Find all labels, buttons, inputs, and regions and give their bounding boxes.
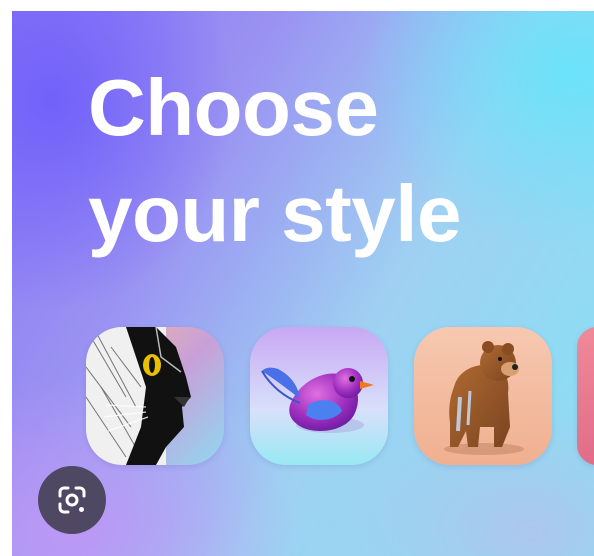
style-tile-3d-bird[interactable] xyxy=(250,327,388,465)
hero-title: Choose your style xyxy=(88,55,461,267)
lens-search-button[interactable] xyxy=(38,466,106,534)
lens-search-icon xyxy=(58,486,86,514)
bird-3d-icon xyxy=(250,327,388,465)
promo-banner: Choose your style xyxy=(12,11,594,556)
style-tile-sketch[interactable] xyxy=(86,327,224,465)
hero-title-line-1: Choose xyxy=(88,63,379,152)
style-tile-3d-bear[interactable] xyxy=(414,327,552,465)
hero-title-line-2: your style xyxy=(88,169,461,258)
bear-3d-icon xyxy=(414,327,552,465)
style-tile-partial[interactable] xyxy=(577,327,594,465)
cat-sketch-icon xyxy=(86,327,224,465)
